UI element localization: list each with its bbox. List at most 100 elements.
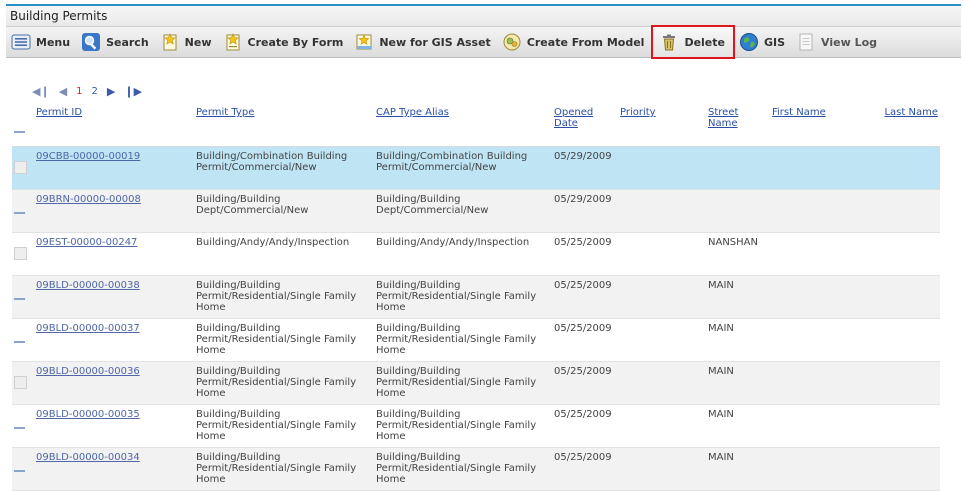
first-name-cell (770, 404, 866, 448)
permit-id-link[interactable]: 09BRN-00000-00008 (36, 194, 141, 205)
column-header-opened-date[interactable]: Opened Date (552, 104, 618, 147)
column-header-first-name[interactable]: First Name (770, 104, 866, 147)
permit-type-cell: Building/Andy/Andy/Inspection (194, 232, 374, 276)
search-icon (81, 32, 101, 52)
first-name-cell (770, 318, 866, 362)
delete-label: Delete (684, 35, 725, 49)
priority-cell (618, 318, 706, 362)
column-header-priority[interactable]: Priority (618, 104, 706, 147)
delete-button[interactable]: Delete (651, 25, 735, 59)
permit-id-link[interactable]: 09BLD-00000-00037 (36, 323, 140, 334)
permit-type-cell: Building/Combination Building Permit/Com… (194, 146, 374, 190)
table-row[interactable]: 09BLD-00000-00037 Building/Building Perm… (12, 318, 940, 362)
first-name-cell (770, 275, 866, 319)
permits-table: Permit ID Permit Type CAP Type Alias Ope… (12, 104, 940, 491)
column-header-permit-type[interactable]: Permit Type (194, 104, 374, 147)
view-log-button[interactable]: View Log (794, 30, 882, 54)
previous-page-icon[interactable]: ◀ (59, 85, 67, 98)
create-from-model-button[interactable]: Create From Model (500, 30, 650, 54)
opened-date-cell: 05/25/2009 (552, 232, 618, 276)
column-header-cap-type-alias[interactable]: CAP Type Alias (374, 104, 552, 147)
table-row[interactable]: 09BLD-00000-00035 Building/Building Perm… (12, 404, 940, 448)
table-row[interactable]: 09BLD-00000-00034 Building/Building Perm… (12, 447, 940, 491)
select-all-cell (12, 104, 34, 147)
last-name-cell (866, 189, 940, 233)
row-checkbox[interactable] (14, 419, 25, 430)
first-name-cell (770, 447, 866, 491)
street-name-cell (706, 189, 770, 233)
cap-type-alias-cell: Building/Building Permit/Residential/Sin… (374, 447, 552, 491)
permit-type-cell: Building/Building Dept/Commercial/New (194, 189, 374, 233)
row-checkbox[interactable] (14, 161, 27, 174)
last-name-cell (866, 146, 940, 190)
permit-type-cell: Building/Building Permit/Residential/Sin… (194, 447, 374, 491)
column-header-permit-id[interactable]: Permit ID (34, 104, 194, 147)
permit-id-link[interactable]: 09CBB-00000-00019 (36, 151, 140, 162)
select-all-checkbox[interactable] (14, 123, 25, 134)
cap-type-alias-cell: Building/Combination Building Permit/Com… (374, 146, 552, 190)
priority-cell (618, 275, 706, 319)
row-checkbox[interactable] (14, 290, 25, 301)
gis-button[interactable]: GIS (737, 30, 790, 54)
gis-asset-icon (354, 32, 374, 52)
first-page-icon[interactable]: ◀❙ (32, 85, 50, 98)
menu-button[interactable]: Menu (9, 30, 75, 54)
first-name-cell (770, 232, 866, 276)
row-checkbox[interactable] (14, 376, 27, 389)
table-row[interactable]: 09BRN-00000-00008 Building/Building Dept… (12, 189, 940, 233)
new-document-icon (160, 32, 180, 52)
street-name-cell: MAIN (706, 404, 770, 448)
trash-icon (659, 32, 679, 52)
table-row[interactable]: 09EST-00000-00247 Building/Andy/Andy/Ins… (12, 232, 940, 276)
table-row[interactable]: 09BLD-00000-00038 Building/Building Perm… (12, 275, 940, 319)
next-page-icon[interactable]: ▶ (107, 85, 115, 98)
permit-id-link[interactable]: 09BLD-00000-00034 (36, 452, 140, 463)
row-checkbox[interactable] (14, 333, 25, 344)
permit-id-link[interactable]: 09BLD-00000-00036 (36, 366, 140, 377)
table-header-row: Permit ID Permit Type CAP Type Alias Ope… (12, 104, 940, 147)
first-name-cell (770, 189, 866, 233)
opened-date-cell: 05/29/2009 (552, 146, 618, 190)
cap-type-alias-cell: Building/Building Permit/Residential/Sin… (374, 318, 552, 362)
building-permits-panel: Building Permits Menu Search New Create … (6, 4, 961, 491)
last-name-cell (866, 361, 940, 405)
row-checkbox[interactable] (14, 462, 25, 473)
permit-type-cell: Building/Building Permit/Residential/Sin… (194, 318, 374, 362)
toolbar: Menu Search New Create By Form New for G… (6, 25, 961, 59)
opened-date-cell: 05/25/2009 (552, 275, 618, 319)
opened-date-cell: 05/29/2009 (552, 189, 618, 233)
street-name-cell: MAIN (706, 318, 770, 362)
street-name-cell: NANSHAN (706, 232, 770, 276)
new-button[interactable]: New (158, 30, 217, 54)
model-icon (502, 32, 522, 52)
table-row[interactable]: 09CBB-00000-00019 Building/Combination B… (12, 146, 940, 190)
create-by-form-button[interactable]: Create By Form (221, 30, 349, 54)
permit-id-link[interactable]: 09BLD-00000-00035 (36, 409, 140, 420)
opened-date-cell: 05/25/2009 (552, 361, 618, 405)
first-name-cell (770, 146, 866, 190)
page-link-1[interactable]: 1 (76, 86, 82, 97)
row-checkbox[interactable] (14, 247, 27, 260)
priority-cell (618, 189, 706, 233)
permit-id-link[interactable]: 09EST-00000-00247 (36, 237, 137, 248)
priority-cell (618, 146, 706, 190)
last-name-cell (866, 232, 940, 276)
row-checkbox[interactable] (14, 204, 25, 215)
search-button[interactable]: Search (79, 30, 154, 54)
column-header-street-name[interactable]: Street Name (706, 104, 770, 147)
priority-cell (618, 447, 706, 491)
priority-cell (618, 404, 706, 448)
priority-cell (618, 361, 706, 405)
last-page-icon[interactable]: ❙▶ (124, 85, 142, 98)
priority-cell (618, 232, 706, 276)
permit-type-cell: Building/Building Permit/Residential/Sin… (194, 275, 374, 319)
permit-type-cell: Building/Building Permit/Residential/Sin… (194, 361, 374, 405)
permit-id-link[interactable]: 09BLD-00000-00038 (36, 280, 140, 291)
column-header-last-name[interactable]: Last Name (866, 104, 940, 147)
new-for-gis-asset-button[interactable]: New for GIS Asset (352, 30, 495, 54)
cap-type-alias-cell: Building/Building Permit/Residential/Sin… (374, 361, 552, 405)
opened-date-cell: 05/25/2009 (552, 318, 618, 362)
table-row[interactable]: 09BLD-00000-00036 Building/Building Perm… (12, 361, 940, 405)
create-by-form-label: Create By Form (247, 35, 344, 49)
page-link-2[interactable]: 2 (92, 86, 98, 97)
